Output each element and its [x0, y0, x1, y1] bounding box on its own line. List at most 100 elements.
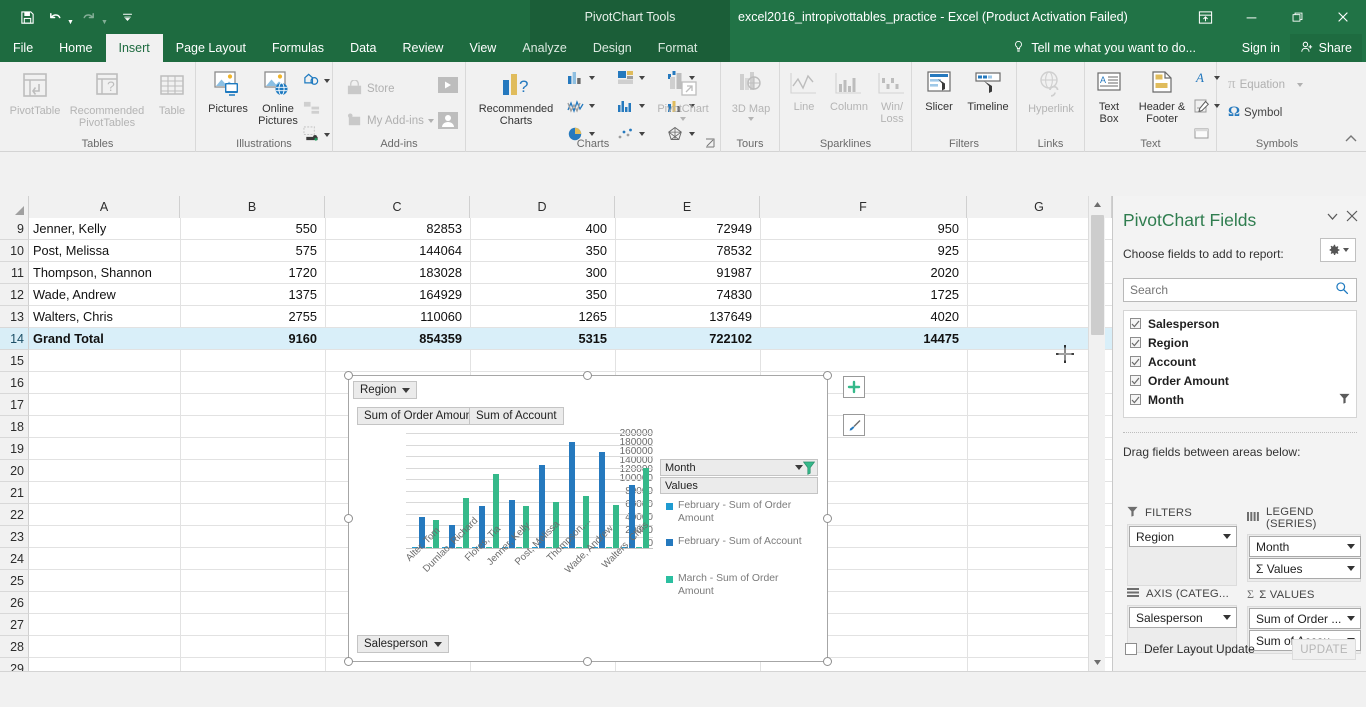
cell-e9[interactable]: 72949: [615, 218, 760, 239]
sign-in-button[interactable]: Sign in: [1242, 34, 1280, 62]
cell-f11[interactable]: 2020: [760, 262, 967, 283]
field-filter-icon-month[interactable]: [1339, 393, 1350, 407]
row-header-14[interactable]: 14: [0, 328, 29, 350]
legend-filter-icon[interactable]: [802, 461, 816, 478]
cell-f10[interactable]: 925: [760, 240, 967, 261]
recommended-charts-button[interactable]: ? Recommended Charts: [474, 70, 558, 127]
cell-e11[interactable]: 91987: [615, 262, 760, 283]
cell-b10[interactable]: 575: [180, 240, 325, 261]
cell-c12[interactable]: 164929: [325, 284, 470, 305]
resize-handle-top-center[interactable]: [583, 371, 592, 380]
row-header-17[interactable]: 17: [0, 394, 29, 416]
row-header-23[interactable]: 23: [0, 526, 29, 548]
collapse-ribbon-icon[interactable]: [1344, 132, 1360, 148]
pill-dropdown-icon-values-legend[interactable]: [1347, 566, 1355, 571]
cell-a11[interactable]: Thompson, Shannon: [29, 262, 180, 283]
cell-d9[interactable]: 400: [470, 218, 615, 239]
row-header-19[interactable]: 19: [0, 438, 29, 460]
resize-handle-bottom-right[interactable]: [823, 657, 832, 666]
symbol-button[interactable]: Ω Symbol: [1225, 102, 1285, 123]
pill-salesperson[interactable]: Salesperson: [1129, 607, 1237, 628]
pill-dropdown-icon-salesperson[interactable]: [1223, 615, 1231, 620]
column-header-e[interactable]: E: [615, 196, 760, 218]
save-icon[interactable]: [14, 4, 40, 30]
search-icon[interactable]: [1335, 281, 1349, 300]
bar-mar-order-5[interactable]: [576, 546, 582, 548]
row-header-20[interactable]: 20: [0, 460, 29, 482]
bar-chart-dropdown-icon[interactable]: [639, 104, 645, 108]
cell-e10[interactable]: 78532: [615, 240, 760, 261]
cell-a10[interactable]: Post, Melissa: [29, 240, 180, 261]
chart-axis-field-button-salesperson[interactable]: Salesperson: [357, 635, 449, 653]
share-button[interactable]: Share: [1289, 34, 1362, 62]
column-chart-button[interactable]: [564, 68, 598, 88]
screenshot-dropdown-icon[interactable]: [324, 132, 330, 137]
cell-c11[interactable]: 183028: [325, 262, 470, 283]
slicer-button[interactable]: Slicer: [916, 70, 962, 113]
tab-data[interactable]: Data: [337, 34, 389, 62]
pill-sum-order-amount[interactable]: Sum of Order ...: [1249, 608, 1361, 629]
row-header-25[interactable]: 25: [0, 570, 29, 592]
minimize-icon[interactable]: [1228, 0, 1274, 34]
close-icon[interactable]: [1320, 0, 1366, 34]
tab-home[interactable]: Home: [46, 34, 105, 62]
pivotchart-object[interactable]: Region Sum of Order Amount Sum of Accoun…: [348, 375, 828, 662]
cell-e12[interactable]: 74830: [615, 284, 760, 305]
row-header-27[interactable]: 27: [0, 614, 29, 636]
chart-elements-button[interactable]: [843, 376, 865, 398]
field-item-month[interactable]: Month: [1124, 390, 1358, 409]
field-item-region[interactable]: Region: [1124, 333, 1358, 352]
cell-d10[interactable]: 350: [470, 240, 615, 261]
table-row[interactable]: Post, Melissa 575 144064 350 78532 925 2: [29, 240, 1112, 262]
hierarchy-chart-dropdown-icon[interactable]: [639, 76, 645, 80]
vertical-scroll-thumb[interactable]: [1091, 215, 1104, 335]
bar-chart-button[interactable]: [614, 96, 648, 116]
cell-b11[interactable]: 1720: [180, 262, 325, 283]
column-header-b[interactable]: B: [180, 196, 325, 218]
undo-dropdown-icon[interactable]: ▼: [67, 19, 74, 26]
chart-axis-dropdown-icon[interactable]: [433, 641, 442, 647]
cell-d11[interactable]: 300: [470, 262, 615, 283]
resize-handle-top-right[interactable]: [823, 371, 832, 380]
bar-mar-order-4[interactable]: [546, 546, 552, 548]
row-header-29[interactable]: 29: [0, 658, 29, 671]
resize-handle-bottom-left[interactable]: [344, 657, 353, 666]
cell-b12[interactable]: 1375: [180, 284, 325, 305]
chart-styles-button[interactable]: [843, 414, 865, 436]
legend-dropdown-icon[interactable]: [795, 465, 803, 470]
scroll-down-button[interactable]: [1089, 654, 1106, 671]
resize-handle-mid-left[interactable]: [344, 514, 353, 523]
row-header-9[interactable]: 9: [0, 218, 29, 240]
row-header-16[interactable]: 16: [0, 372, 29, 394]
area-dropzone-legend[interactable]: Month Σ Values: [1247, 534, 1361, 582]
panel-tools-dropdown-icon[interactable]: [1343, 248, 1349, 252]
ribbon-display-options-icon[interactable]: [1182, 0, 1228, 34]
row-header-28[interactable]: 28: [0, 636, 29, 658]
cell-e14[interactable]: 722102: [615, 328, 760, 349]
cell-a13[interactable]: Walters, Chris: [29, 306, 180, 327]
pictures-button[interactable]: Pictures: [202, 70, 254, 115]
pill-values-legend[interactable]: Σ Values: [1249, 558, 1361, 579]
field-item-salesperson[interactable]: Salesperson: [1124, 314, 1358, 333]
online-pictures-button[interactable]: Online Pictures: [254, 70, 302, 127]
table-row[interactable]: [29, 350, 1112, 372]
chart-value-field-button-account[interactable]: Sum of Account: [469, 407, 564, 425]
header-footer-button[interactable]: Header & Footer: [1129, 70, 1195, 125]
defer-checkbox-box[interactable]: [1125, 643, 1137, 655]
tab-design[interactable]: Design: [580, 34, 645, 62]
legend-entry-0[interactable]: February - Sum of Order Amount: [666, 500, 816, 525]
hierarchy-chart-button[interactable]: [614, 68, 648, 88]
tab-view[interactable]: View: [456, 34, 509, 62]
pill-dropdown-icon-sum-order-amount[interactable]: [1347, 616, 1355, 621]
radar-chart-dropdown-icon[interactable]: [689, 132, 695, 136]
row-header-15[interactable]: 15: [0, 350, 29, 372]
cell-c13[interactable]: 110060: [325, 306, 470, 327]
timeline-button[interactable]: Timeline: [962, 70, 1014, 113]
search-field-container[interactable]: [1123, 278, 1357, 302]
text-box-button[interactable]: A Text Box: [1089, 70, 1129, 125]
row-header-12[interactable]: 12: [0, 284, 29, 306]
customize-qat-icon[interactable]: [115, 4, 141, 30]
bar-mar-order-7[interactable]: [636, 546, 642, 548]
tab-page-layout[interactable]: Page Layout: [163, 34, 259, 62]
column-chart-dropdown-icon[interactable]: [589, 76, 595, 80]
